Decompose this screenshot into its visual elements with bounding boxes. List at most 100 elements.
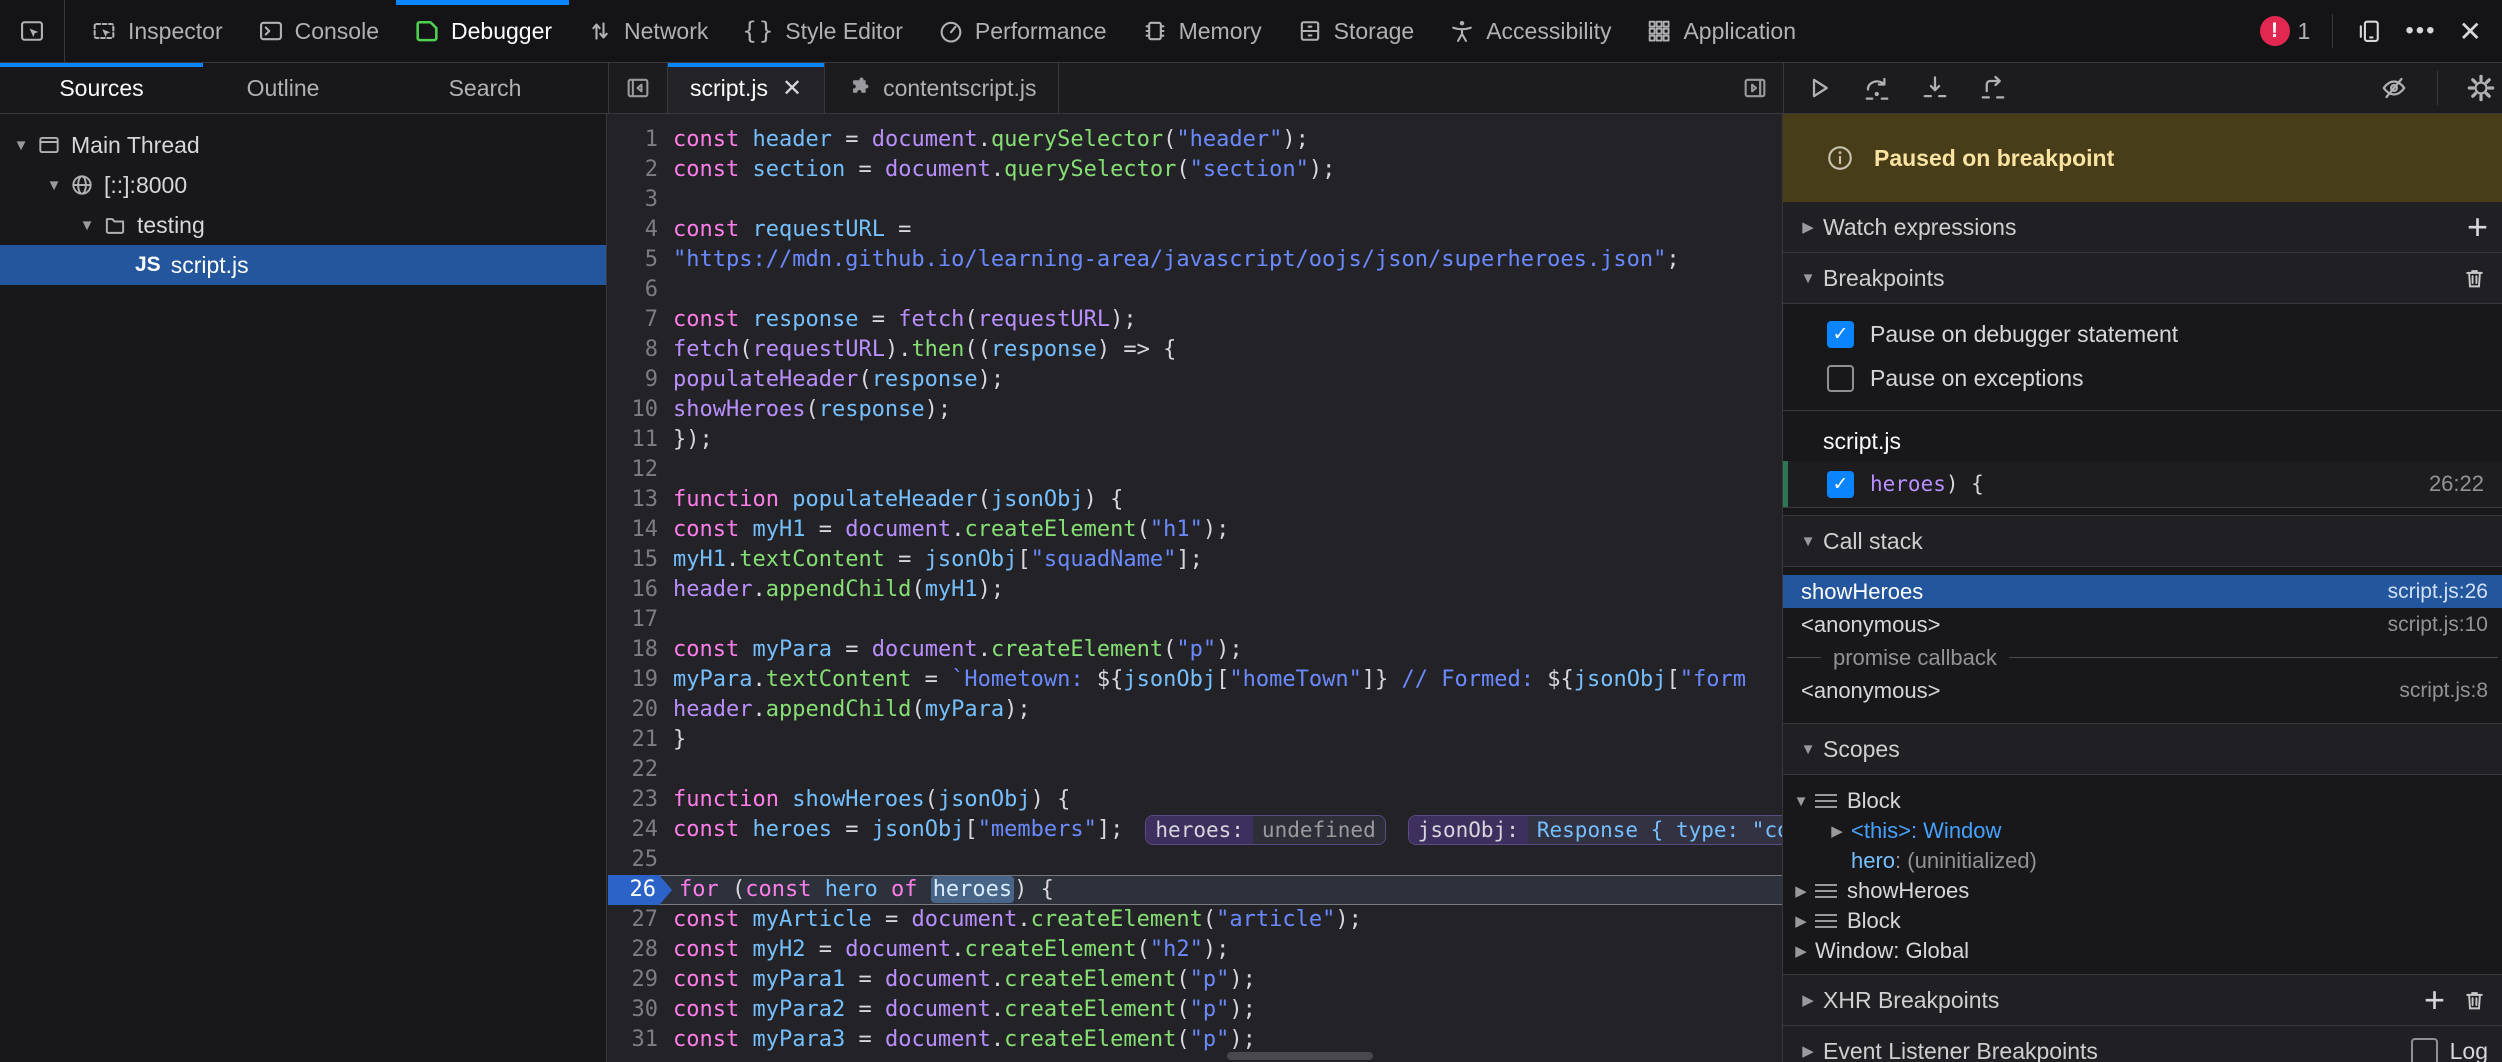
code-editor[interactable]: 1const header = document.querySelector("… (608, 114, 1782, 1062)
code-line-31[interactable]: 31 const myPara3 = document.createElemen… (608, 1025, 1782, 1055)
scope-node[interactable]: ▶Window: Global (1783, 936, 2502, 966)
toolbox-tab-application[interactable]: Application (1628, 0, 1813, 62)
scope-node[interactable]: ▶showHeroes (1783, 876, 2502, 906)
code-line-24[interactable]: 24 const heroes = jsonObj["members"];her… (608, 815, 1782, 845)
editor-tab-contentscriptjs[interactable]: contentscript.js (825, 63, 1059, 113)
line-number[interactable]: 22 (608, 755, 666, 785)
code-line-21[interactable]: 21} (608, 725, 1782, 755)
step-in-icon[interactable] (1920, 73, 1950, 103)
line-number[interactable]: 27 (608, 905, 666, 935)
code-line-18[interactable]: 18 const myPara = document.createElement… (608, 635, 1782, 665)
line-number[interactable]: 28 (608, 935, 666, 965)
scope-node[interactable]: hero: (uninitialized) (1783, 846, 2502, 876)
code-line-5[interactable]: 5 "https://mdn.github.io/learning-area/j… (608, 245, 1782, 275)
line-number[interactable]: 18 (608, 635, 666, 665)
code-line-11[interactable]: 11}); (608, 425, 1782, 455)
meatball-menu-icon[interactable]: ••• (2405, 17, 2436, 45)
line-number[interactable]: 30 (608, 995, 666, 1025)
code-line-30[interactable]: 30 const myPara2 = document.createElemen… (608, 995, 1782, 1025)
line-number[interactable]: 14 (608, 515, 666, 545)
step-out-icon[interactable] (1978, 73, 2008, 103)
line-number[interactable]: 7 (608, 305, 666, 335)
toolbox-tab-console[interactable]: Console (240, 0, 396, 62)
breakpoints-header[interactable]: ▼ Breakpoints (1783, 253, 2502, 304)
line-number[interactable]: 6 (608, 275, 666, 305)
line-number[interactable]: 19 (608, 665, 666, 695)
scope-node[interactable]: ▶<this>: Window (1783, 816, 2502, 846)
toolbox-tab-debugger[interactable]: Debugger (396, 0, 569, 62)
line-number[interactable]: 12 (608, 455, 666, 485)
code-line-8[interactable]: 8fetch(requestURL).then((response) => { (608, 335, 1782, 365)
line-number[interactable]: 9 (608, 365, 666, 395)
code-line-28[interactable]: 28 const myH2 = document.createElement("… (608, 935, 1782, 965)
breakpoint-source-heading[interactable]: script.js (1783, 411, 2502, 461)
line-number[interactable]: 29 (608, 965, 666, 995)
code-line-23[interactable]: 23function showHeroes(jsonObj) { (608, 785, 1782, 815)
resume-icon[interactable] (1804, 73, 1834, 103)
code-line-1[interactable]: 1const header = document.querySelector("… (608, 125, 1782, 155)
code-line-13[interactable]: 13function populateHeader(jsonObj) { (608, 485, 1782, 515)
checkbox-checked[interactable]: ✓ (1827, 471, 1854, 498)
breakpoint-item[interactable]: ✓heroes) {26:22 (1783, 461, 2502, 508)
inline-preview-pill[interactable]: jsonObj:Response { type: "co (1408, 815, 1782, 845)
code-line-26[interactable]: 26 for (const hero of heroes) { (608, 875, 1782, 905)
event-listener-breakpoints-header[interactable]: ▶ Event Listener Breakpoints Log (1783, 1026, 2502, 1062)
toolbox-tab-accessibility[interactable]: Accessibility (1431, 0, 1628, 62)
code-line-17[interactable]: 17 (608, 605, 1782, 635)
code-line-14[interactable]: 14 const myH1 = document.createElement("… (608, 515, 1782, 545)
watch-expressions-header[interactable]: ▶ Watch expressions + (1783, 202, 2502, 253)
tree-item-testing[interactable]: ▼testing (0, 205, 606, 245)
code-line-27[interactable]: 27 const myArticle = document.createElem… (608, 905, 1782, 935)
breakpoint-option[interactable]: Pause on exceptions (1783, 356, 2502, 400)
code-line-12[interactable]: 12 (608, 455, 1782, 485)
expand-panes-icon[interactable] (1741, 74, 1769, 102)
error-count-badge[interactable]: ! 1 (2260, 16, 2311, 46)
code-line-29[interactable]: 29 const myPara1 = document.createElemen… (608, 965, 1782, 995)
pick-element-button[interactable] (0, 0, 65, 62)
code-line-4[interactable]: 4const requestURL = (608, 215, 1782, 245)
responsive-design-mode-icon[interactable] (2355, 17, 2383, 45)
call-stack-frame[interactable]: showHeroesscript.js:26 (1783, 575, 2502, 608)
remove-xhr-breakpoints-trash-icon[interactable] (2461, 987, 2488, 1014)
code-line-20[interactable]: 20 header.appendChild(myPara); (608, 695, 1782, 725)
editor-horizontal-scrollbar[interactable] (1227, 1052, 1373, 1060)
add-watch-expression-icon[interactable]: + (2467, 212, 2488, 242)
toolbox-tab-network[interactable]: Network (569, 0, 725, 62)
code-line-16[interactable]: 16 header.appendChild(myH1); (608, 575, 1782, 605)
checkbox-checked[interactable]: ✓ (1827, 321, 1854, 348)
editor-tab-scriptjs[interactable]: script.js ✕ (668, 63, 825, 113)
close-tab-icon[interactable]: ✕ (782, 74, 802, 103)
xhr-breakpoints-header[interactable]: ▶ XHR Breakpoints + (1783, 974, 2502, 1026)
tab-outline[interactable]: Outline (203, 63, 363, 113)
code-line-15[interactable]: 15 myH1.textContent = jsonObj["squadName… (608, 545, 1782, 575)
scope-node[interactable]: ▶Block (1783, 906, 2502, 936)
close-devtools-icon[interactable]: ✕ (2459, 15, 2482, 48)
line-number[interactable]: 1 (608, 125, 666, 155)
line-number[interactable]: 24 (608, 815, 666, 845)
toolbox-tab-memory[interactable]: Memory (1124, 0, 1279, 62)
call-stack-frame[interactable]: <anonymous>script.js:10 (1783, 608, 2502, 641)
tab-sources[interactable]: Sources (0, 63, 203, 113)
breakpoint-option[interactable]: ✓Pause on debugger statement (1783, 312, 2502, 356)
tree-item-main-thread[interactable]: ▼Main Thread (0, 125, 606, 165)
code-line-7[interactable]: 7const response = fetch(requestURL); (608, 305, 1782, 335)
line-number[interactable]: 10 (608, 395, 666, 425)
paused-line-badge[interactable]: 26 (608, 875, 672, 905)
tab-search[interactable]: Search (363, 63, 607, 113)
line-number[interactable]: 17 (608, 605, 666, 635)
add-xhr-breakpoint-icon[interactable]: + (2424, 985, 2445, 1015)
checkbox-unchecked[interactable] (1827, 365, 1854, 392)
inline-preview-pill[interactable]: heroes:undefined (1145, 815, 1385, 845)
scopes-header[interactable]: ▼ Scopes (1783, 723, 2502, 775)
collapse-sources-pane-button[interactable] (609, 63, 668, 113)
line-number[interactable]: 2 (608, 155, 666, 185)
line-number[interactable]: 11 (608, 425, 666, 455)
line-number[interactable]: 15 (608, 545, 666, 575)
code-line-3[interactable]: 3 (608, 185, 1782, 215)
code-line-9[interactable]: 9 populateHeader(response); (608, 365, 1782, 395)
line-number[interactable]: 25 (608, 845, 666, 875)
call-stack-header[interactable]: ▼ Call stack (1783, 515, 2502, 567)
line-number[interactable]: 4 (608, 215, 666, 245)
toolbox-tab-inspector[interactable]: Inspector (73, 0, 240, 62)
code-line-25[interactable]: 25 (608, 845, 1782, 875)
